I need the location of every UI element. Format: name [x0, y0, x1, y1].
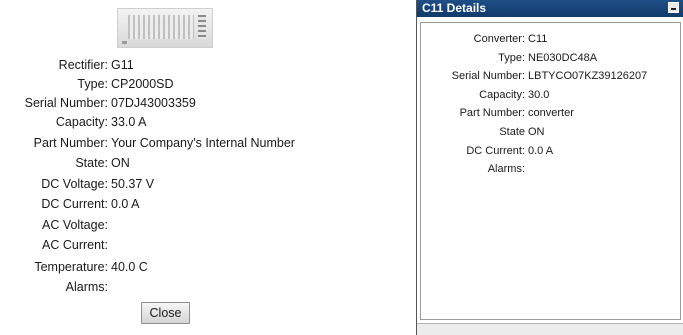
serial-number-label: Serial Number:: [24, 96, 108, 110]
module-logo: [122, 41, 127, 44]
converter-type-value: NE030DC48A: [528, 52, 598, 64]
converter-serial-label: Serial Number:: [451, 70, 525, 82]
rectifier-value: G11: [111, 58, 134, 72]
temperature-label: Temperature:: [34, 260, 108, 274]
rectifier-details-panel: Rectifier: G11 Type: CP2000SD Serial Num…: [0, 0, 400, 335]
window-titlebar[interactable]: C11 Details: [417, 0, 683, 17]
dc-current-value: 0.0 A: [111, 197, 140, 211]
window-title: C11 Details: [422, 1, 487, 15]
converter-dc-current-value: 0.0 A: [528, 145, 554, 157]
temperature-value: 40.0 C: [111, 260, 148, 274]
converter-part-number-value: converter: [528, 107, 574, 119]
converter-state-value: ON: [528, 126, 545, 138]
part-number-value: Your Company's Internal Number: [111, 136, 295, 150]
type-value: CP2000SD: [111, 77, 174, 91]
capacity-value: 33.0 A: [111, 115, 147, 129]
state-value: ON: [111, 156, 130, 170]
converter-part-number-label: Part Number:: [459, 107, 525, 119]
capacity-label: Capacity:: [55, 115, 108, 129]
part-number-label: Part Number:: [33, 136, 108, 150]
converter-capacity-value: 30.0: [528, 89, 550, 101]
dc-voltage-label: DC Voltage:: [41, 177, 108, 191]
dc-current-label: DC Current:: [41, 197, 108, 211]
alarms-label: Alarms:: [65, 280, 108, 294]
rectifier-module-image: [117, 8, 213, 48]
rectifier-label: Rectifier:: [58, 58, 108, 72]
module-grille: [128, 15, 194, 39]
type-label: Type:: [77, 77, 108, 91]
ac-current-label: AC Current:: [42, 238, 108, 252]
dc-voltage-value: 50.37 V: [111, 177, 155, 191]
converter-alarms-label: Alarms:: [487, 163, 525, 175]
serial-number-value: 07DJ43003359: [111, 96, 196, 110]
converter-label: Converter:: [473, 33, 525, 45]
ac-voltage-label: AC Voltage:: [41, 218, 108, 232]
state-label: State:: [75, 156, 108, 170]
close-button[interactable]: Close: [141, 302, 190, 324]
converter-type-label: Type:: [498, 52, 525, 64]
module-handle: [198, 15, 206, 39]
converter-dc-current-label: DC Current:: [466, 145, 525, 157]
converter-serial-value: LBTYCO07KZ39126207: [528, 70, 648, 82]
converter-state-label: State: [499, 126, 525, 138]
converter-capacity-label: Capacity:: [479, 89, 525, 101]
window-footer: [417, 323, 683, 335]
converter-value: C11: [528, 33, 548, 45]
minimize-icon[interactable]: [668, 2, 679, 13]
converter-info-panel: Converter: C11 Type: NE030DC48A Serial N…: [420, 22, 681, 320]
converter-details-window: C11 Details Converter: C11 Type: NE030DC…: [416, 0, 683, 335]
